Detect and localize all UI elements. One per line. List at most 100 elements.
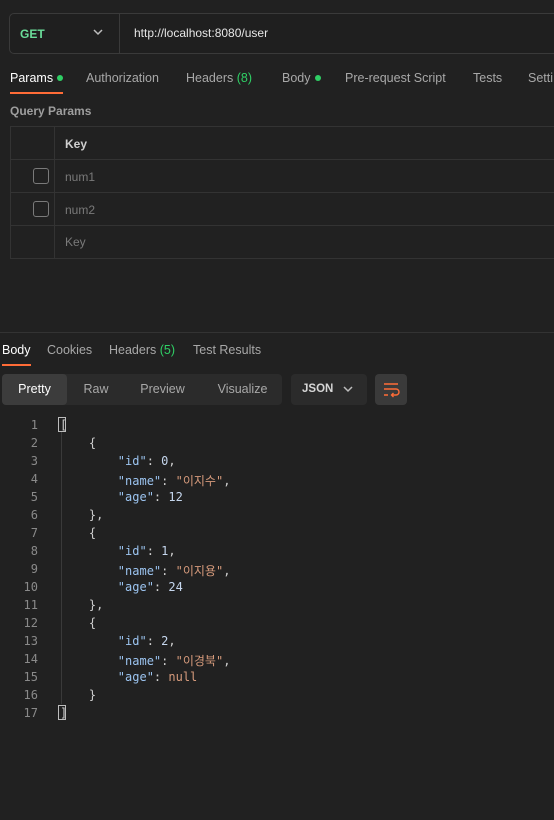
code-line: "id": 0, xyxy=(60,454,176,468)
brace: { xyxy=(88,526,97,540)
line-number: 2 xyxy=(30,436,38,450)
tab-settings[interactable]: Setti xyxy=(528,71,554,85)
comma: , xyxy=(168,544,176,558)
tab-label: Headers xyxy=(109,343,157,357)
json-key: "name" xyxy=(117,654,162,668)
json-null: null xyxy=(168,670,198,684)
colon: : xyxy=(161,564,176,578)
tab-body[interactable]: Body xyxy=(282,71,321,85)
method-select[interactable]: GET xyxy=(20,27,45,41)
line-number: 14 xyxy=(23,652,38,666)
code-line: "id": 2, xyxy=(60,634,176,648)
colon: : xyxy=(161,474,176,488)
code-line: { xyxy=(60,616,96,630)
colon: : xyxy=(153,670,169,684)
code-line: "id": 1, xyxy=(60,544,176,558)
key-column-header: Key xyxy=(65,137,88,151)
pane-divider[interactable] xyxy=(0,332,554,333)
json-string: "이경북" xyxy=(175,654,224,668)
code-line: } xyxy=(60,688,96,702)
url-input[interactable]: http://localhost:8080/user xyxy=(134,26,268,40)
code-line: "age": 12 xyxy=(60,490,183,504)
comma: , xyxy=(168,454,176,468)
code-line: }, xyxy=(60,598,103,612)
line-number: 4 xyxy=(30,472,38,486)
line-number: 9 xyxy=(30,562,38,576)
chevron-down-icon[interactable] xyxy=(92,25,104,39)
colon: : xyxy=(146,544,162,558)
param-key-num2[interactable]: num2 xyxy=(65,203,95,217)
tab-label: Params xyxy=(10,71,54,85)
code-line: { xyxy=(60,526,96,540)
json-key: "age" xyxy=(117,670,154,684)
line-number: 17 xyxy=(23,706,38,720)
comma: , xyxy=(223,564,231,578)
code-line: "age": null xyxy=(60,670,197,684)
view-pretty-button[interactable]: Pretty xyxy=(2,374,67,405)
json-key: "name" xyxy=(117,564,162,578)
code-line: "name": "이경북", xyxy=(60,652,231,669)
line-number: 12 xyxy=(23,616,38,630)
tab-label: Body xyxy=(282,71,311,85)
brace: } xyxy=(88,688,97,702)
json-key: "id" xyxy=(117,454,147,468)
param-checkbox[interactable] xyxy=(33,168,49,184)
tab-response-headers[interactable]: Headers (5) xyxy=(109,343,175,357)
tab-tests[interactable]: Tests xyxy=(473,71,502,85)
tab-response-body[interactable]: Body xyxy=(2,343,31,357)
colon: : xyxy=(161,654,176,668)
brace: }, xyxy=(88,598,104,612)
view-visualize-button[interactable]: Visualize xyxy=(205,374,280,405)
active-tab-underline xyxy=(10,92,63,94)
bracket: [ xyxy=(60,418,68,432)
code-line: ] xyxy=(60,706,67,720)
line-number: 6 xyxy=(30,508,38,522)
brace: }, xyxy=(88,508,104,522)
tab-test-results[interactable]: Test Results xyxy=(193,343,261,357)
headers-count: (5) xyxy=(159,343,176,357)
line-number: 15 xyxy=(23,670,38,684)
chevron-down-icon xyxy=(343,386,353,393)
line-number: 10 xyxy=(23,580,38,594)
wrap-lines-button[interactable] xyxy=(375,374,407,405)
json-key: "id" xyxy=(117,634,147,648)
comma: , xyxy=(168,634,176,648)
view-preview-button[interactable]: Preview xyxy=(130,374,195,405)
table-divider xyxy=(10,225,554,226)
request-bar xyxy=(9,13,554,54)
tab-pre-request-script[interactable]: Pre-request Script xyxy=(345,71,446,85)
tab-params[interactable]: Params xyxy=(10,71,64,85)
param-checkbox[interactable] xyxy=(33,201,49,217)
line-number: 7 xyxy=(30,526,38,540)
active-tab-underline xyxy=(2,364,31,366)
json-key: "age" xyxy=(117,490,154,504)
code-line: "age": 24 xyxy=(60,580,183,594)
colon: : xyxy=(153,490,169,504)
line-number: 11 xyxy=(23,598,38,612)
new-key-input[interactable]: Key xyxy=(65,235,86,249)
line-number: 13 xyxy=(23,634,38,648)
tab-authorization[interactable]: Authorization xyxy=(86,71,159,85)
json-number: 24 xyxy=(168,580,183,594)
line-number: 3 xyxy=(30,454,38,468)
colon: : xyxy=(146,634,162,648)
tab-cookies[interactable]: Cookies xyxy=(47,343,92,357)
line-number: 16 xyxy=(23,688,38,702)
json-key: "id" xyxy=(117,544,147,558)
brace: { xyxy=(88,616,97,630)
line-number: 1 xyxy=(30,418,38,432)
headers-count: (8) xyxy=(236,71,253,85)
format-label: JSON xyxy=(302,383,334,395)
table-divider xyxy=(10,159,554,160)
colon: : xyxy=(153,580,169,594)
code-line: { xyxy=(60,436,96,450)
view-raw-button[interactable]: Raw xyxy=(71,374,121,405)
json-number: 12 xyxy=(168,490,183,504)
code-line: "name": "이지수", xyxy=(60,472,231,489)
json-key: "name" xyxy=(117,474,162,488)
param-key-num1[interactable]: num1 xyxy=(65,170,95,184)
tab-headers[interactable]: Headers (8) xyxy=(186,71,252,85)
params-indicator-dot xyxy=(57,75,64,81)
code-line: }, xyxy=(60,508,103,522)
colon: : xyxy=(146,454,162,468)
